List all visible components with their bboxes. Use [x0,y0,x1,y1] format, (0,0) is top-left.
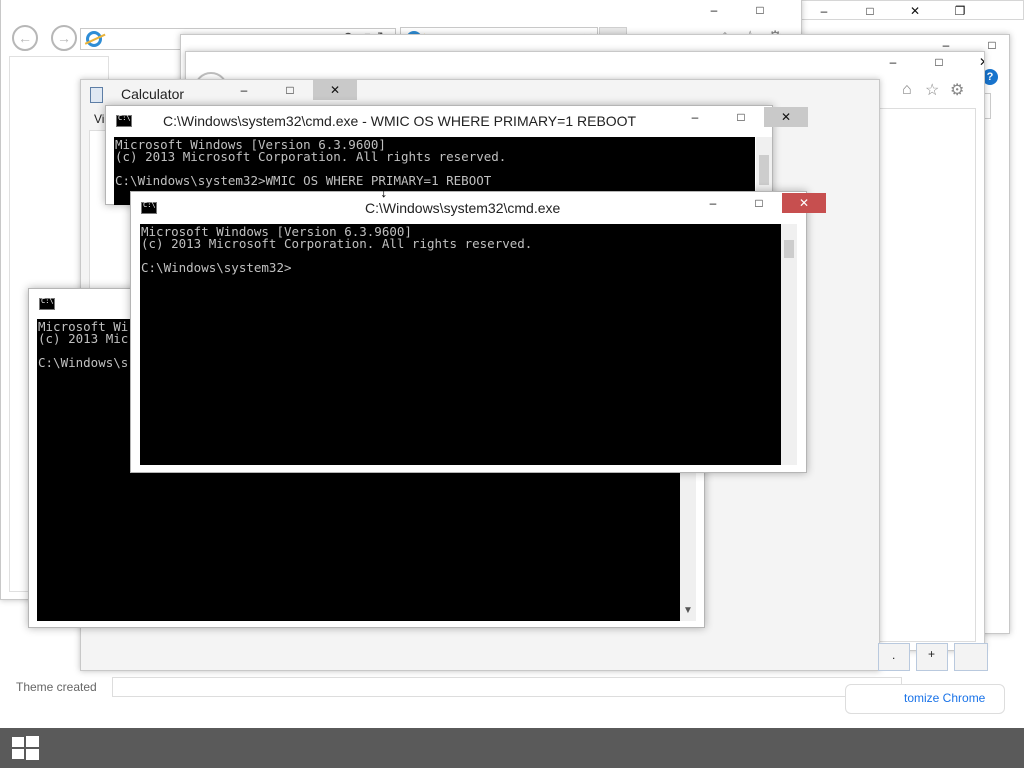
maximize-button[interactable]: □ [267,80,313,100]
maximize-button[interactable]: □ [847,1,893,21]
calculator-title: Calculator [121,86,185,102]
home-icon[interactable]: ⌂ [902,81,912,99]
back-button[interactable]: ← [12,25,38,51]
scrollbar-thumb[interactable] [759,155,769,185]
theme-created-text: Theme created [16,680,97,694]
maximize-button[interactable]: □ [718,107,764,127]
customize-chrome-button[interactable]: tomize Chrome [845,684,1005,714]
maximize-button[interactable]: □ [916,52,962,72]
equals-key[interactable] [954,643,988,671]
menu-view[interactable]: Vi [94,112,104,126]
cmd-window-wmic: C:\Windows\system32\cmd.exe - WMIC OS WH… [105,105,808,205]
internet-explorer-icon [86,31,102,47]
cmd-icon [116,114,132,127]
close-button[interactable]: ✕ [782,193,826,213]
minimize-button[interactable]: – [221,80,267,100]
forward-arrow-icon: → [57,30,71,46]
maximize-button[interactable]: □ [737,0,783,20]
topright-window-controls: – □ ✕ ❐ [800,0,1024,20]
page-bottom-bar [112,677,902,697]
help-icon: ? [986,71,994,83]
forward-button[interactable]: → [51,25,77,51]
window-title: C:\Windows\system32\cmd.exe - WMIC OS WH… [163,113,637,129]
close-button[interactable]: ✕ [313,80,357,100]
minimize-button[interactable]: – [690,193,736,213]
close-button[interactable]: ✕ [764,107,808,127]
restore-button[interactable]: ❐ [937,1,983,21]
console-line: (c) 2013 Microsoft Corporation. All righ… [115,149,507,164]
windows-logo-icon[interactable] [12,736,39,760]
back-arrow-icon: ← [18,30,32,46]
console-output[interactable]: Microsoft Windows [Version 6.3.9600] (c) … [140,224,781,465]
console-line: C:\Windows\system32>WMIC OS WHERE PRIMAR… [115,173,492,188]
close-button[interactable]: ✕ [962,52,984,72]
cmd-icon [141,201,157,214]
decimal-key[interactable]: . [878,643,910,671]
cmd-window-front: C:\Windows\system32\cmd.exe –□✕ Microsof… [130,191,826,473]
close-button[interactable]: ✕ [893,1,937,21]
close-button[interactable]: ✕ [783,0,801,20]
minimize-button[interactable]: – [691,0,737,20]
cmd-icon [39,297,55,310]
resize-cursor-icon: ↕ [380,184,388,201]
scrollbar[interactable] [781,224,797,465]
calculator-icon [90,87,103,103]
star-icon[interactable]: ☆ [925,80,939,100]
scrollbar-thumb[interactable] [784,240,794,258]
taskbar [0,728,1024,768]
minimize-button[interactable]: – [870,52,916,72]
window-title: C:\Windows\system32\cmd.exe [365,200,561,216]
console-line: (c) 2013 Microsoft Corporation. All righ… [141,236,533,251]
minimize-button[interactable]: – [672,107,718,127]
console-line: C:\Windows\system32> [141,260,292,275]
scroll-down-icon[interactable]: ▼ [683,605,693,616]
plus-key[interactable]: + [916,643,948,671]
maximize-button[interactable]: □ [736,193,782,213]
minimize-button[interactable]: – [801,1,847,21]
gear-icon[interactable]: ⚙ [950,80,964,100]
